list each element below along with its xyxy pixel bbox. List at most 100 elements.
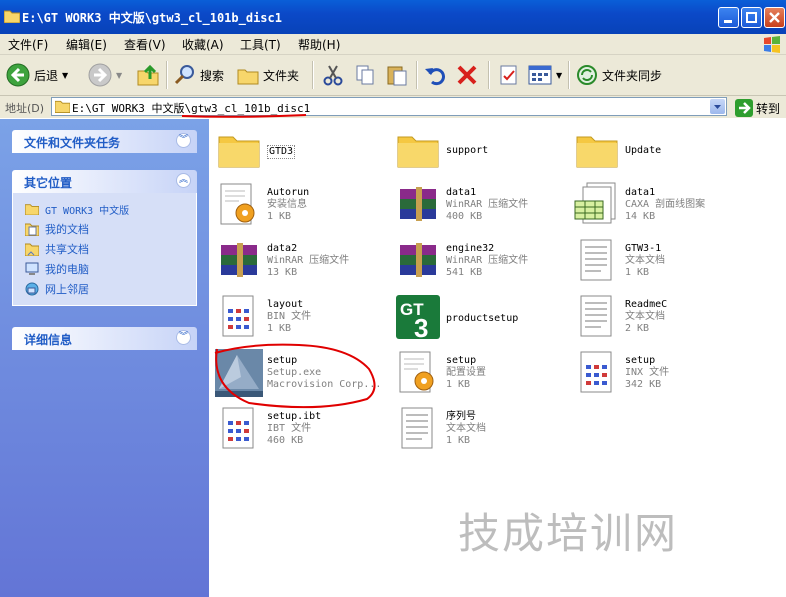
chevron-down-icon[interactable]: ▼ <box>556 71 562 80</box>
delete-button[interactable] <box>456 63 478 87</box>
window-title: E:\GT WORK3 中文版\gtw3_cl_101b_disc1 <box>22 11 282 25</box>
file-item[interactable]: GT 3 productsetup <box>394 293 572 347</box>
chevron-down-icon[interactable]: ▼ <box>116 71 122 80</box>
file-item[interactable]: setup 配置设置 1 KB <box>394 349 572 403</box>
folder-sync-button[interactable]: 文件夹同步 <box>576 63 662 87</box>
forward-arrow-icon <box>88 63 112 87</box>
file-size: 342 KB <box>625 379 662 390</box>
minimize-button[interactable] <box>718 7 739 28</box>
file-item[interactable]: setup INX 文件 342 KB <box>573 349 751 403</box>
file-size: 2 KB <box>625 323 650 334</box>
go-arrow-icon <box>735 99 753 117</box>
search-label: 搜索 <box>200 68 225 83</box>
scissors-icon <box>323 65 343 86</box>
chevron-up-icon[interactable]: ︽ <box>176 173 191 188</box>
file-item[interactable]: support <box>394 125 572 179</box>
folder-icon <box>55 100 70 113</box>
delete-icon <box>457 65 477 85</box>
place-shared-documents[interactable]: 共享文档 <box>25 239 196 259</box>
text-document-icon <box>401 407 433 449</box>
file-item[interactable]: GTW3-1 文本文档 1 KB <box>573 237 751 291</box>
file-type: 安装信息 <box>267 199 307 210</box>
address-dropdown-button[interactable] <box>710 99 725 114</box>
forward-button[interactable]: ▼ <box>88 63 122 87</box>
menu-favorites[interactable]: 收藏(A) <box>182 36 224 53</box>
up-folder-button[interactable] <box>136 63 160 87</box>
windows-logo-icon <box>764 36 780 53</box>
file-item[interactable]: engine32 WinRAR 压缩文件 541 KB <box>394 237 572 291</box>
menu-file[interactable]: 文件(F) <box>8 36 48 53</box>
file-item[interactable]: Autorun 安装信息 1 KB <box>215 181 393 235</box>
shared-documents-icon <box>25 243 39 256</box>
chevron-down-icon[interactable]: ︾ <box>176 330 191 345</box>
file-name: layout <box>267 299 304 310</box>
search-icon <box>174 65 194 85</box>
folder-icon <box>4 10 20 23</box>
file-name: Autorun <box>267 187 310 198</box>
place-my-documents[interactable]: 我的文档 <box>25 219 196 239</box>
panel-header[interactable]: 其它位置 ︽ <box>12 170 197 193</box>
file-item[interactable]: data1 CAXA 剖面线图案 14 KB <box>573 181 751 235</box>
file-item[interactable]: Update <box>573 125 751 179</box>
copy-icon <box>356 65 374 85</box>
highlight-circle-annotation <box>214 343 376 409</box>
menu-edit[interactable]: 编辑(E) <box>66 36 107 53</box>
file-type: WinRAR 压缩文件 <box>446 199 529 210</box>
panel-header[interactable]: 文件和文件夹任务 ︾ <box>12 130 197 153</box>
folder-icon <box>25 204 39 215</box>
file-type: INX 文件 <box>625 367 670 378</box>
properties-button[interactable] <box>498 63 520 87</box>
copy-button[interactable] <box>354 63 376 87</box>
text-document-icon <box>580 295 612 337</box>
back-arrow-icon <box>6 63 30 87</box>
panel-header[interactable]: 详细信息 ︾ <box>12 327 197 350</box>
file-item[interactable]: 序列号 文本文档 1 KB <box>394 405 572 459</box>
chevron-down-icon[interactable]: ▼ <box>62 71 68 80</box>
panel-title: 详细信息 <box>24 333 73 347</box>
menu-tools[interactable]: 工具(T) <box>240 36 281 53</box>
menu-bar: 文件(F) 编辑(E) 查看(V) 收藏(A) 工具(T) 帮助(H) <box>0 34 786 55</box>
back-label: 后退 <box>34 68 59 83</box>
file-name: data1 <box>625 187 656 198</box>
file-name: setup <box>625 355 656 366</box>
file-name: support <box>446 145 489 156</box>
file-view: GTD3 support Update Autorun 安装信息 1 KB data… <box>209 119 786 597</box>
undo-icon <box>425 68 445 86</box>
file-item[interactable]: ReadmeC 文本文档 2 KB <box>573 293 751 347</box>
folders-label: 文件夹 <box>263 68 300 83</box>
svg-text:3: 3 <box>414 313 428 341</box>
place-label: 我的文档 <box>45 223 89 236</box>
close-button[interactable] <box>764 7 785 28</box>
search-button[interactable]: 搜索 <box>174 63 224 87</box>
file-name: engine32 <box>446 243 495 254</box>
setup-info-icon <box>220 183 255 225</box>
undo-button[interactable] <box>424 63 446 87</box>
maximize-button[interactable] <box>741 7 762 28</box>
file-item[interactable]: setup.ibt IBT 文件 460 KB <box>215 405 393 459</box>
setup-info-icon <box>399 351 434 393</box>
file-size: 14 KB <box>625 211 656 222</box>
file-item[interactable]: data1 WinRAR 压缩文件 400 KB <box>394 181 572 235</box>
folders-button[interactable]: 文件夹 <box>237 63 299 87</box>
go-label: 转到 <box>756 101 781 116</box>
place-gt-work3[interactable]: GT WORK3 中文版 <box>25 199 196 219</box>
place-network[interactable]: 网上邻居 <box>25 279 196 299</box>
file-item[interactable]: data2 WinRAR 压缩文件 13 KB <box>215 237 393 291</box>
folder-icon <box>218 136 260 168</box>
paste-button[interactable] <box>386 63 408 87</box>
file-type: BIN 文件 <box>267 311 312 322</box>
place-label: 网上邻居 <box>45 283 89 296</box>
title-bar: E:\GT WORK3 中文版\gtw3_cl_101b_disc1 <box>0 0 786 34</box>
cut-button[interactable] <box>322 63 344 87</box>
go-button[interactable]: 转到 <box>735 99 780 117</box>
file-type: WinRAR 压缩文件 <box>267 255 350 266</box>
back-button[interactable]: 后退 ▼ <box>6 63 68 87</box>
file-item[interactable]: GTD3 <box>215 125 393 179</box>
file-name: data2 <box>267 243 298 254</box>
place-my-computer[interactable]: 我的电脑 <box>25 259 196 279</box>
menu-help[interactable]: 帮助(H) <box>298 36 340 53</box>
chevron-down-icon[interactable]: ︾ <box>176 133 191 148</box>
views-button[interactable]: ▼ <box>528 63 562 87</box>
address-input[interactable]: E:\GT WORK3 中文版\gtw3_cl_101b_disc1 <box>51 97 727 116</box>
menu-view[interactable]: 查看(V) <box>124 36 166 53</box>
